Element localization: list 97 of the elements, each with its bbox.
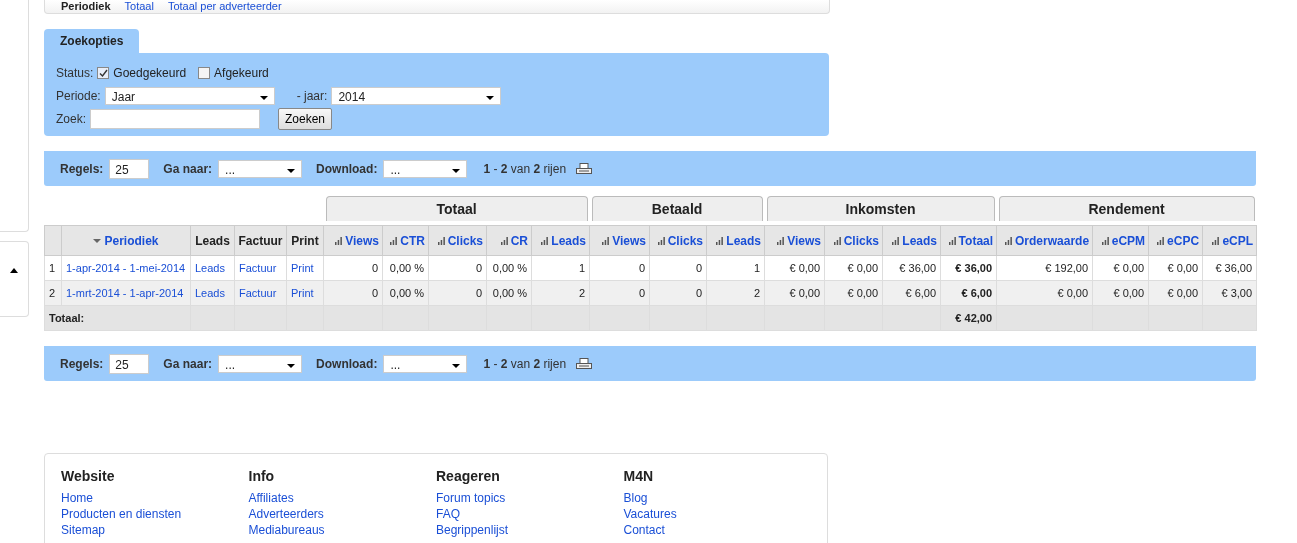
footer-link[interactable]: Affiliates <box>248 490 294 506</box>
goto-dropdown[interactable]: ... <box>218 159 303 178</box>
bar-chart-icon <box>1005 236 1012 245</box>
bar-chart-icon <box>657 236 665 245</box>
search-options-tab[interactable]: Zoekopties <box>44 29 140 53</box>
sortable-column-header[interactable]: Orderwaarde <box>996 225 1093 256</box>
sortable-column-header[interactable]: Totaal <box>940 225 997 256</box>
row-count: 1 - 2 van 2 rijen <box>483 356 567 371</box>
download-label: Download: <box>316 356 378 371</box>
sortable-column-header[interactable]: eCPL <box>1202 225 1257 256</box>
year-label: - jaar: <box>296 89 328 103</box>
footer-link[interactable]: Producten en diensten <box>61 506 182 522</box>
goto-label: Ga naar: <box>163 161 213 176</box>
download-dropdown[interactable]: ... <box>383 354 468 373</box>
column-header: Leads <box>190 225 235 256</box>
rows-field[interactable]: 25 <box>109 353 150 374</box>
checkbox[interactable] <box>198 67 211 79</box>
sortable-column-header[interactable]: Leads <box>882 225 941 256</box>
footer-link[interactable]: Vacatures <box>623 506 677 522</box>
footer-link[interactable]: Blog <box>623 490 648 506</box>
sortable-column-header[interactable]: eCPC <box>1148 225 1203 256</box>
search-label: Zoek: <box>56 112 86 126</box>
printer-icon[interactable] <box>576 357 593 370</box>
period-label: Periode: <box>56 89 101 103</box>
header-cell <box>44 225 62 256</box>
goto-dropdown[interactable]: ... <box>218 354 303 373</box>
bar-chart-icon <box>335 236 343 245</box>
column-group-header: Totaal <box>325 196 588 221</box>
goto-label: Ga naar: <box>163 356 213 371</box>
checkbox-label: Goedgekeurd <box>113 66 187 80</box>
column-group-header: Inkomsten <box>766 196 995 221</box>
sortable-column-header[interactable]: CR <box>486 225 532 256</box>
bar-chart-icon <box>390 236 398 245</box>
table-cell: € 0,00 <box>996 280 1093 306</box>
sortable-column-header[interactable]: Views <box>589 225 650 256</box>
year-dropdown[interactable]: 2014 <box>331 87 502 105</box>
bar-chart-icon <box>541 236 549 245</box>
rows-label: Regels: <box>60 356 104 371</box>
up-arrow-icon[interactable] <box>10 267 18 273</box>
sortable-column-header[interactable]: Clicks <box>649 225 707 256</box>
bar-chart-icon <box>716 236 724 245</box>
column-header: Factuur <box>234 225 287 256</box>
bar-chart-icon <box>500 236 508 245</box>
printer-icon[interactable] <box>576 162 593 175</box>
sortable-column-header[interactable]: Leads <box>531 225 590 256</box>
table-cell: 2 <box>44 280 62 306</box>
table-cell: € 192,00 <box>996 255 1093 281</box>
sortable-column-header[interactable]: Views <box>323 225 383 256</box>
sortable-column-header[interactable]: CTR <box>382 225 429 256</box>
period-dropdown[interactable]: Jaar <box>104 87 275 105</box>
view-tab[interactable]: Totaal per adverteerder <box>167 0 282 11</box>
rows-label: Regels: <box>60 161 104 176</box>
sortable-column-header[interactable]: Leads <box>706 225 765 256</box>
bar-chart-icon <box>1157 236 1165 245</box>
row-count: 1 - 2 van 2 rijen <box>483 161 567 176</box>
table-link[interactable]: 1-apr-2014 - 1-mei-2014 <box>61 255 191 281</box>
footer-heading: Info <box>248 468 275 484</box>
status-label: Status: <box>56 66 94 80</box>
footer-link[interactable]: Contact <box>623 522 665 538</box>
footer-heading: Reageren <box>436 468 500 484</box>
footer-link[interactable]: Forum topics <box>436 490 506 506</box>
footer-link[interactable]: Adverteerders <box>248 506 324 522</box>
table-link[interactable]: 1-mrt-2014 - 1-apr-2014 <box>61 280 191 306</box>
checkbox-label: Afgekeurd <box>214 66 269 80</box>
sortable-column-header[interactable]: Clicks <box>428 225 487 256</box>
column-header: Print <box>286 225 324 256</box>
sortable-column-header[interactable]: Periodiek <box>61 225 191 256</box>
rows-field[interactable]: 25 <box>109 158 150 179</box>
sortable-column-header[interactable]: Views <box>764 225 825 256</box>
download-label: Download: <box>316 161 378 176</box>
view-tab[interactable]: Periodiek <box>61 0 111 11</box>
bar-chart-icon <box>833 236 841 245</box>
footer-link[interactable]: FAQ <box>436 506 460 522</box>
bar-chart-icon <box>1212 236 1220 245</box>
bar-chart-icon <box>1101 236 1109 245</box>
bar-chart-icon <box>777 236 785 245</box>
checkbox[interactable] <box>97 67 110 79</box>
footer-heading: M4N <box>623 468 654 484</box>
sortable-column-header[interactable]: eCPM <box>1092 225 1149 256</box>
view-tab[interactable]: Totaal <box>124 0 154 11</box>
bar-chart-icon <box>948 236 956 245</box>
footer-link[interactable]: Mediabureaus <box>248 522 325 538</box>
footer-heading: Website <box>61 468 115 484</box>
footer-link[interactable]: Begrippenlijst <box>436 522 509 538</box>
sortable-column-header[interactable]: Clicks <box>824 225 883 256</box>
bar-chart-icon <box>437 236 445 245</box>
search-button[interactable]: Zoeken <box>278 108 333 130</box>
download-dropdown[interactable]: ... <box>383 159 468 178</box>
search-field[interactable] <box>90 109 260 129</box>
bar-chart-icon <box>602 236 610 245</box>
bar-chart-icon <box>892 236 900 245</box>
table-cell: 1 <box>44 255 62 281</box>
footer-link[interactable]: Sitemap <box>61 522 106 538</box>
column-group-header: Betaald <box>591 196 763 221</box>
total-label: Totaal: <box>44 305 191 331</box>
column-group-header: Rendement <box>998 196 1255 221</box>
footer-link[interactable]: Home <box>61 490 93 506</box>
